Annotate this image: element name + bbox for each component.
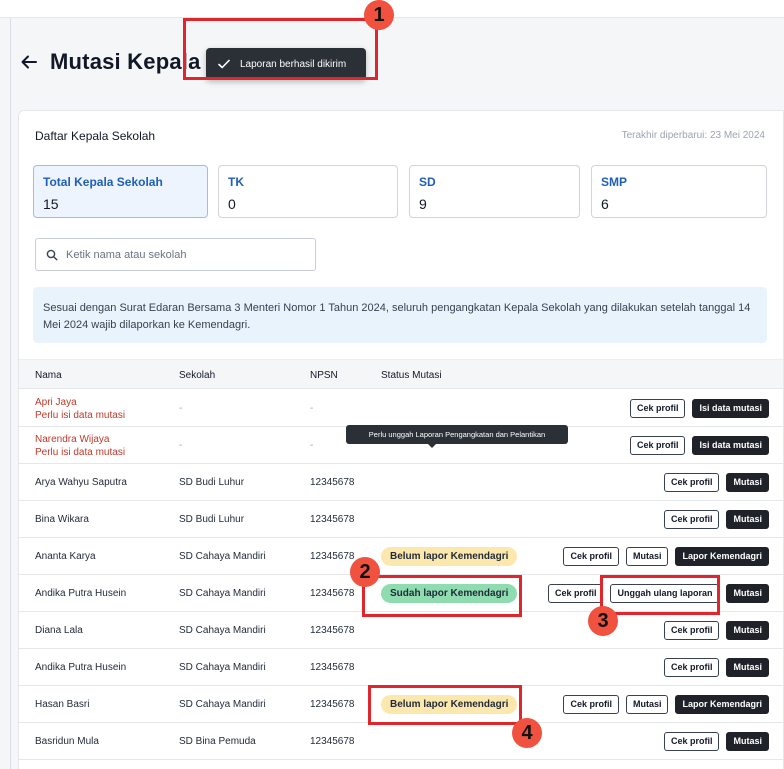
column-header-status-mutasi: Status Mutasi	[381, 370, 442, 381]
table-row: Ananta Karya SD Cahaya Mandiri 12345678 …	[19, 538, 783, 575]
stat-label: SD	[419, 175, 436, 189]
lapor-kemendagri-button[interactable]: Lapor Kemendagri	[675, 547, 769, 566]
npsn-cell: 12345678	[310, 477, 355, 488]
table-header: Nama Sekolah NPSN Status Mutasi	[19, 359, 783, 389]
school-cell: SD Budi Luhur	[179, 514, 245, 525]
school-cell: SD Cahaya Mandiri	[179, 588, 266, 599]
column-header-npsn: NPSN	[310, 370, 338, 381]
cek-profil-button[interactable]: Cek profil	[563, 547, 619, 566]
annotation-box-reupload	[600, 575, 720, 615]
stat-value: 15	[43, 196, 59, 212]
column-header-nama: Nama	[35, 370, 62, 381]
table-row: Basridun Mula SD Bina Pemuda 12345678 Ce…	[19, 723, 783, 760]
regulation-notice: Sesuai dengan Surat Edaran Bersama 3 Men…	[33, 287, 767, 343]
school-cell: SD Cahaya Mandiri	[179, 699, 266, 710]
mutasi-button[interactable]: Mutasi	[726, 621, 769, 640]
row-warning-note: Perlu isi data mutasi	[35, 410, 126, 421]
lapor-kemendagri-button[interactable]: Lapor Kemendagri	[675, 695, 769, 714]
principal-name: Hasan Basri	[35, 699, 90, 710]
cek-profil-button[interactable]: Cek profil	[663, 732, 720, 751]
school-cell: -	[179, 440, 183, 451]
principal-name: Andika Putra Husein	[35, 662, 127, 673]
npsn-cell: -	[310, 403, 314, 414]
annotation-box-toast	[183, 18, 378, 80]
page-border	[10, 18, 11, 769]
table-row: Apri Jaya Perlu isi data mutasi - - Cek …	[19, 390, 783, 427]
status-tooltip: Perlu unggah Laporan Pengangkatan dan Pe…	[346, 425, 568, 448]
npsn-cell: 12345678	[310, 588, 355, 599]
search-icon	[46, 249, 58, 261]
mutasi-button[interactable]: Mutasi	[726, 510, 769, 529]
row-warning-note: Perlu isi data mutasi	[35, 447, 126, 458]
stat-total-card[interactable]: Total Kepala Sekolah 15	[33, 165, 208, 218]
cek-profil-button[interactable]: Cek profil	[547, 584, 604, 603]
npsn-cell: 12345678	[310, 662, 355, 673]
cek-profil-button[interactable]: Cek profil	[629, 399, 686, 418]
annotation-box-pending	[368, 685, 522, 725]
stat-value: 6	[601, 196, 609, 212]
npsn-cell: 12345678	[310, 699, 355, 710]
principal-name: Basridun Mula	[35, 736, 99, 747]
principal-name: Arya Wahyu Saputra	[35, 477, 127, 488]
stat-sd-card[interactable]: SD 9	[409, 165, 580, 218]
column-header-sekolah: Sekolah	[179, 370, 216, 381]
cek-profil-button[interactable]: Cek profil	[629, 436, 686, 455]
isi-data-mutasi-button[interactable]: Isi data mutasi	[692, 436, 769, 455]
search-box[interactable]	[35, 238, 316, 271]
school-cell: -	[179, 403, 183, 414]
school-cell: SD Bina Pemuda	[179, 736, 256, 747]
stat-label: TK	[228, 175, 244, 189]
school-cell: SD Cahaya Mandiri	[179, 662, 266, 673]
cek-profil-button[interactable]: Cek profil	[663, 658, 720, 677]
annotation-box-status	[362, 575, 522, 617]
mutasi-button[interactable]: Mutasi	[625, 547, 669, 566]
annotation-marker-3: 3	[588, 606, 618, 636]
table-row: Arya Wahyu Saputra SD Budi Luhur 1234567…	[19, 464, 783, 501]
cek-profil-button[interactable]: Cek profil	[563, 695, 619, 714]
stat-value: 9	[419, 196, 427, 212]
mutasi-button[interactable]: Mutasi	[726, 658, 769, 677]
status-badge: Belum lapor Kemendagri	[381, 547, 518, 566]
principal-name[interactable]: Narendra Wijaya	[35, 434, 109, 445]
stat-smp-card[interactable]: SMP 6	[591, 165, 767, 218]
isi-data-mutasi-button[interactable]: Isi data mutasi	[692, 399, 769, 418]
last-updated-text: Terakhir diperbarui: 23 Mei 2024	[621, 130, 765, 141]
principal-name: Diana Lala	[35, 625, 83, 636]
table-row: Andika Putra Husein SD Cahaya Mandiri 12…	[19, 649, 783, 686]
principal-name: Bina Wikara	[35, 514, 89, 525]
mutasi-button[interactable]: Mutasi	[726, 584, 769, 603]
npsn-cell: -	[310, 440, 314, 451]
annotation-marker-2: 2	[350, 557, 380, 587]
card-title: Daftar Kepala Sekolah	[35, 129, 156, 143]
principal-name[interactable]: Apri Jaya	[35, 397, 77, 408]
stat-value: 0	[228, 196, 236, 212]
back-arrow-icon[interactable]	[18, 51, 40, 73]
npsn-cell: 12345678	[310, 551, 355, 562]
principal-name: Andika Putra Husein	[35, 588, 127, 599]
annotation-marker-4: 4	[512, 718, 542, 748]
cek-profil-button[interactable]: Cek profil	[663, 473, 720, 492]
mutasi-button[interactable]: Mutasi	[726, 732, 769, 751]
npsn-cell: 12345678	[310, 736, 355, 747]
stat-tk-card[interactable]: TK 0	[218, 165, 398, 218]
npsn-cell: 12345678	[310, 514, 355, 525]
principal-name: Ananta Karya	[35, 551, 96, 562]
table-row: Diana Lala SD Cahaya Mandiri 12345678 Ce…	[19, 612, 783, 649]
cek-profil-button[interactable]: Cek profil	[663, 621, 720, 640]
school-cell: SD Cahaya Mandiri	[179, 551, 266, 562]
page: Mutasi Kepala Se Laporan berhasil dikiri…	[0, 18, 784, 769]
annotation-marker-1: 1	[364, 0, 394, 30]
stat-label: Total Kepala Sekolah	[43, 175, 163, 189]
npsn-cell: 12345678	[310, 625, 355, 636]
mutasi-button[interactable]: Mutasi	[726, 473, 769, 492]
stat-label: SMP	[601, 175, 628, 189]
school-cell: SD Budi Luhur	[179, 477, 245, 488]
mutasi-button[interactable]: Mutasi	[625, 695, 669, 714]
school-cell: SD Cahaya Mandiri	[179, 625, 266, 636]
table-row: Bina Wikara SD Budi Luhur 12345678 Cek p…	[19, 501, 783, 538]
search-input[interactable]	[66, 248, 306, 261]
cek-profil-button[interactable]: Cek profil	[663, 510, 720, 529]
